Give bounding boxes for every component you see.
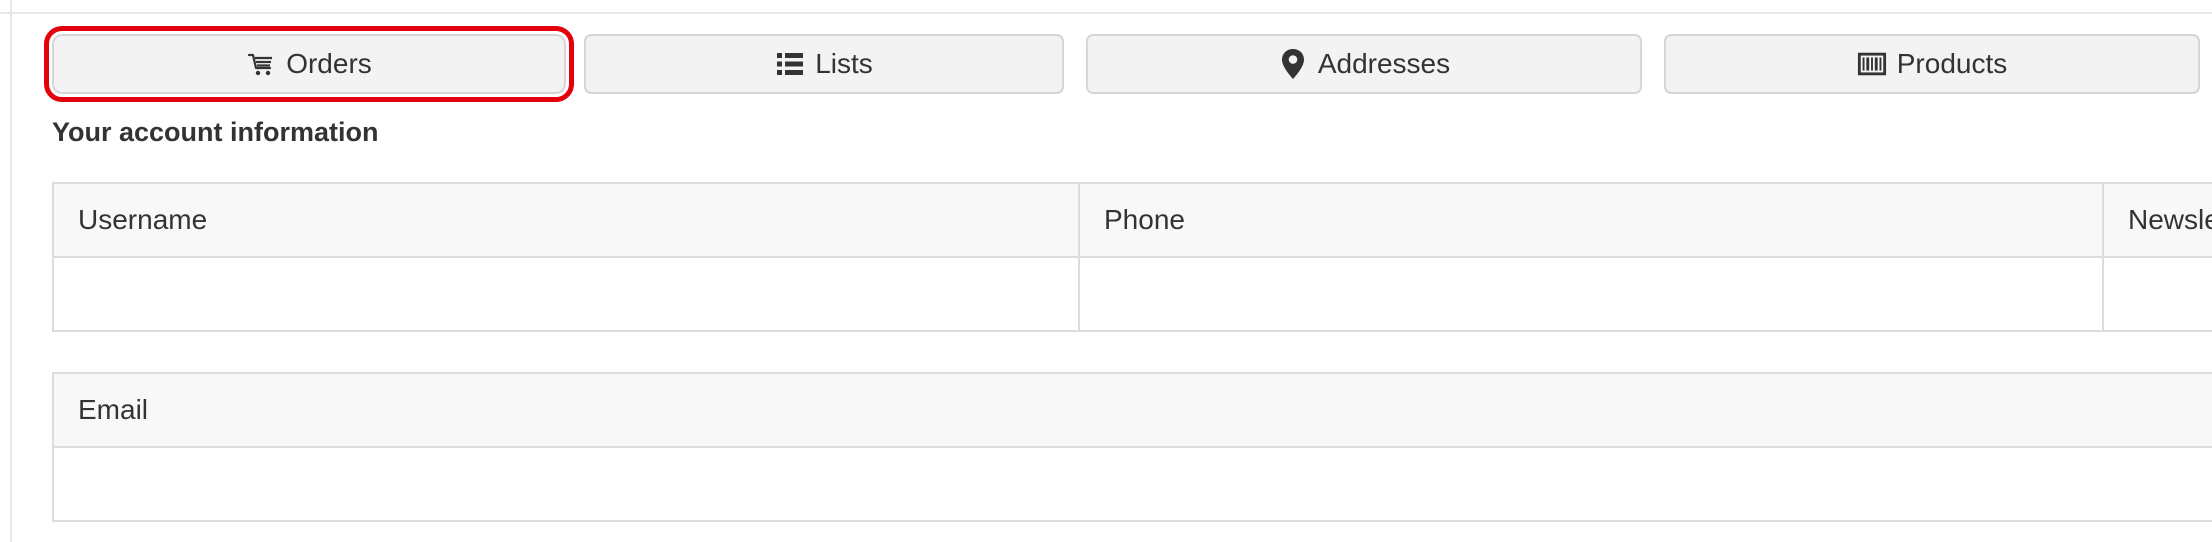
- phone-value: [1078, 256, 2104, 332]
- cart-icon: [246, 49, 276, 79]
- column-phone: Phone: [1078, 182, 2104, 258]
- tab-addresses[interactable]: Addresses: [1086, 34, 1642, 94]
- column-email: Email: [52, 372, 2212, 448]
- list-icon: [775, 49, 805, 79]
- account-info-table: Username Phone Newsle: [52, 182, 2212, 332]
- username-value: [52, 256, 1080, 332]
- account-info-heading: Your account information: [52, 117, 379, 147]
- tab-lists[interactable]: Lists: [584, 34, 1064, 94]
- barcode-icon: [1857, 49, 1887, 79]
- column-username: Username: [52, 182, 1080, 258]
- map-marker-icon: [1278, 49, 1308, 79]
- table-header-row: Email: [52, 372, 2212, 448]
- newsletter-value: [2102, 256, 2212, 332]
- column-newsletter: Newsle: [2102, 182, 2212, 258]
- tab-orders[interactable]: Orders: [44, 26, 574, 102]
- email-table: Email: [52, 372, 2212, 522]
- tab-addresses-label: Addresses: [1317, 48, 1451, 79]
- tab-orders-label: Orders: [286, 48, 372, 79]
- table-row: [52, 256, 2212, 332]
- table-header-row: Username Phone Newsle: [52, 182, 2212, 258]
- tab-lists-label: Lists: [815, 48, 873, 79]
- email-value: [52, 446, 2212, 522]
- tab-products[interactable]: Products: [1664, 34, 2200, 94]
- table-row: [52, 446, 2212, 522]
- tab-products-label: Products: [1896, 48, 2008, 79]
- account-tab-bar: Orders Lists Addresses Products: [0, 0, 2212, 102]
